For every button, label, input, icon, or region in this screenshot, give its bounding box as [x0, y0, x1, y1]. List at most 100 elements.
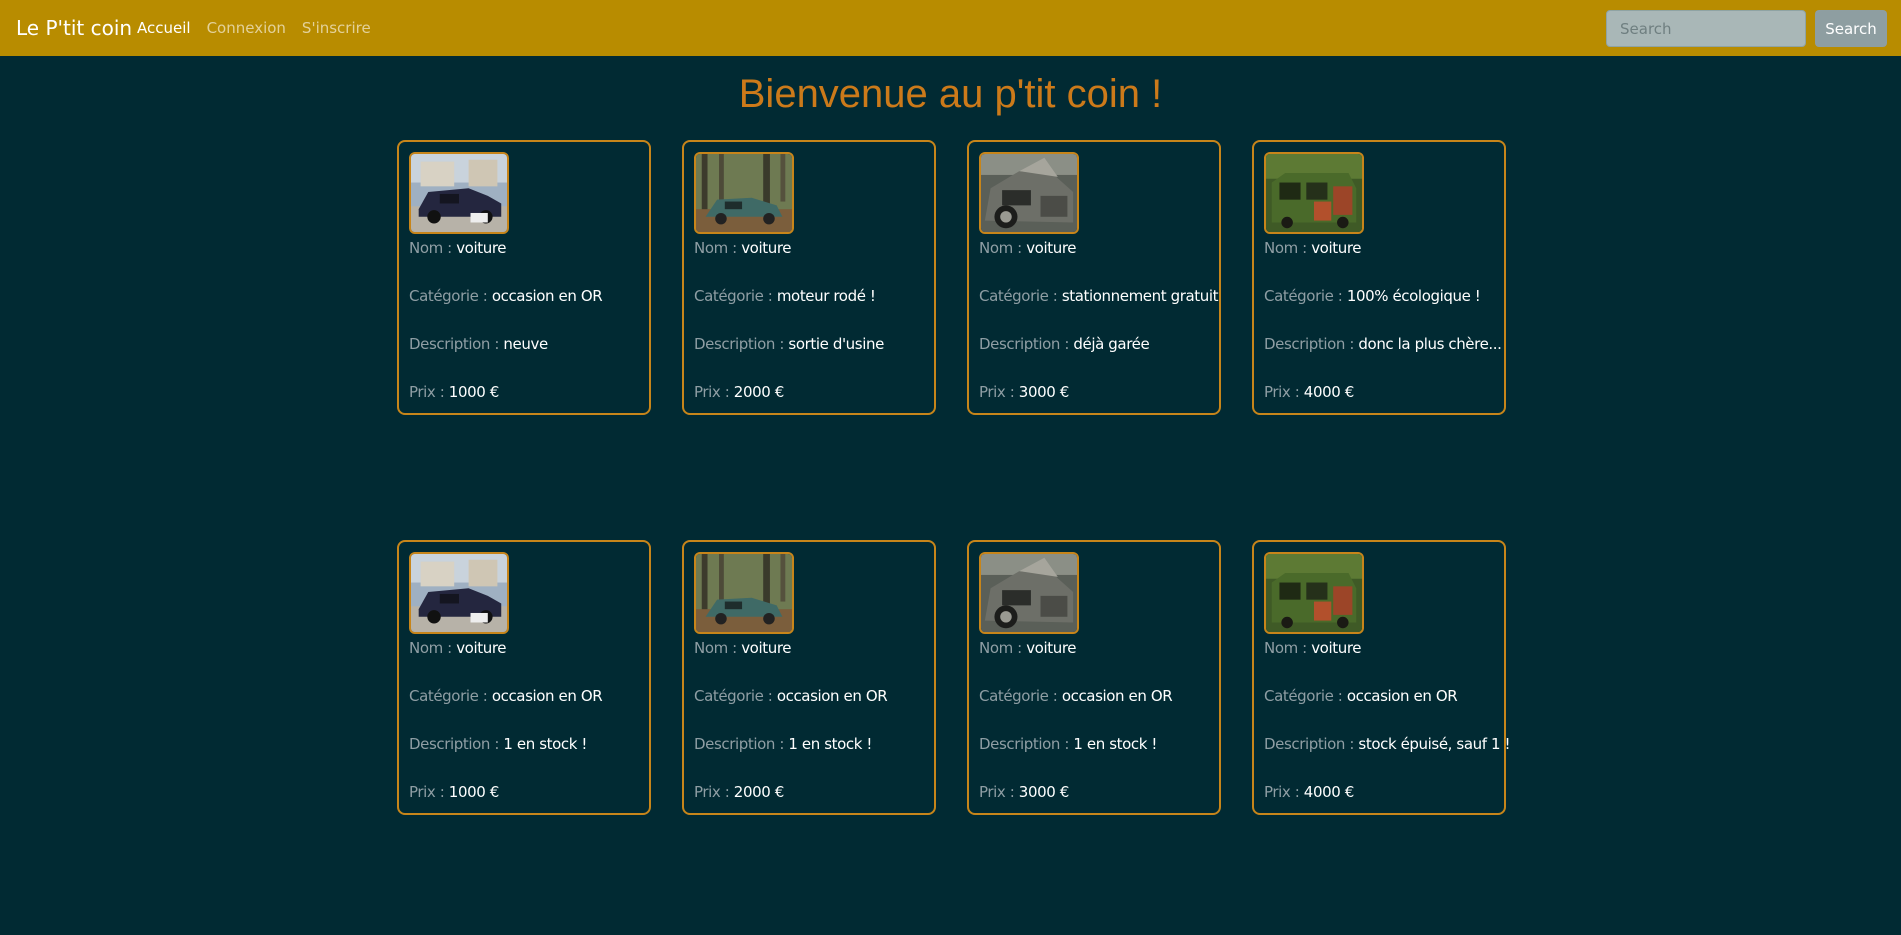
category-value: occasion en OR: [1346, 687, 1458, 705]
product-description: Description : 1 en stock !: [979, 735, 1157, 753]
price-label: Prix :: [979, 383, 1019, 401]
product-card[interactable]: Nom : voiture Catégorie : occasion en OR…: [967, 540, 1221, 815]
product-image[interactable]: [1264, 152, 1364, 234]
product-name: Nom : voiture: [1264, 639, 1361, 657]
car-photo: [411, 154, 507, 232]
nav-link-accueil[interactable]: Accueil: [137, 19, 191, 37]
price-value: 3000 €: [1018, 383, 1069, 401]
name-label: Nom :: [1264, 239, 1312, 257]
product-name: Nom : voiture: [979, 239, 1076, 257]
description-value: déjà garée: [1073, 335, 1150, 353]
description-label: Description :: [694, 735, 789, 753]
car-photo: [981, 554, 1077, 632]
category-label: Catégorie :: [409, 287, 492, 305]
price-value: 1000 €: [448, 383, 499, 401]
name-label: Nom :: [694, 639, 742, 657]
product-card[interactable]: Nom : voiture Catégorie : occasion en OR…: [397, 540, 651, 815]
price-label: Prix :: [409, 383, 449, 401]
description-label: Description :: [409, 335, 504, 353]
car-photo: [411, 554, 507, 632]
product-category: Catégorie : occasion en OR: [979, 687, 1173, 705]
product-category: Catégorie : occasion en OR: [409, 287, 603, 305]
name-value: voiture: [1026, 639, 1077, 657]
product-price: Prix : 1000 €: [409, 383, 499, 401]
price-value: 2000 €: [733, 383, 784, 401]
product-image[interactable]: [694, 152, 794, 234]
name-value: voiture: [1026, 239, 1077, 257]
price-label: Prix :: [409, 783, 449, 801]
search-input[interactable]: [1606, 10, 1806, 47]
nav-link-connexion[interactable]: Connexion: [207, 19, 286, 37]
product-category: Catégorie : stationnement gratuit: [979, 287, 1219, 305]
product-description: Description : 1 en stock !: [409, 735, 587, 753]
product-category: Catégorie : occasion en OR: [694, 687, 888, 705]
nav-link-inscrire[interactable]: S'inscrire: [302, 19, 371, 37]
price-value: 4000 €: [1303, 383, 1354, 401]
product-name: Nom : voiture: [979, 639, 1076, 657]
price-value: 1000 €: [448, 783, 499, 801]
category-label: Catégorie :: [979, 287, 1062, 305]
price-label: Prix :: [1264, 383, 1304, 401]
product-card[interactable]: Nom : voiture Catégorie : moteur rodé ! …: [682, 140, 936, 415]
brand-link[interactable]: Le P'tit coin: [16, 0, 132, 56]
category-value: occasion en OR: [491, 287, 603, 305]
product-card[interactable]: Nom : voiture Catégorie : occasion en OR…: [397, 140, 651, 415]
product-card[interactable]: Nom : voiture Catégorie : occasion en OR…: [1252, 540, 1510, 815]
product-image[interactable]: [1264, 552, 1364, 634]
product-description: Description : déjà garée: [979, 335, 1150, 353]
description-value: 1 en stock !: [1073, 735, 1158, 753]
name-label: Nom :: [409, 239, 457, 257]
description-label: Description :: [979, 735, 1074, 753]
description-label: Description :: [1264, 735, 1359, 753]
name-label: Nom :: [979, 639, 1027, 657]
category-value: occasion en OR: [776, 687, 888, 705]
description-value: donc la plus chère...: [1358, 335, 1502, 353]
product-price: Prix : 1000 €: [409, 783, 499, 801]
category-label: Catégorie :: [1264, 287, 1347, 305]
price-label: Prix :: [979, 783, 1019, 801]
product-image[interactable]: [409, 152, 509, 234]
name-label: Nom :: [979, 239, 1027, 257]
car-photo: [696, 154, 792, 232]
page-title: Bienvenue au p'tit coin !: [738, 72, 1163, 116]
product-name: Nom : voiture: [409, 639, 506, 657]
car-photo: [1266, 154, 1362, 232]
product-price: Prix : 3000 €: [979, 783, 1069, 801]
product-price: Prix : 4000 €: [1264, 383, 1354, 401]
name-value: voiture: [741, 239, 792, 257]
product-description: Description : stock épuisé, sauf 1 !: [1264, 735, 1510, 753]
search-button[interactable]: Search: [1815, 10, 1887, 47]
product-card[interactable]: Nom : voiture Catégorie : occasion en OR…: [682, 540, 936, 815]
product-image[interactable]: [979, 552, 1079, 634]
name-label: Nom :: [1264, 639, 1312, 657]
product-card[interactable]: Nom : voiture Catégorie : 100% écologiqu…: [1252, 140, 1506, 415]
category-label: Catégorie :: [979, 687, 1062, 705]
product-price: Prix : 3000 €: [979, 383, 1069, 401]
category-label: Catégorie :: [694, 687, 777, 705]
name-label: Nom :: [409, 639, 457, 657]
nav-links: Accueil Connexion S'inscrire: [137, 0, 371, 56]
product-name: Nom : voiture: [694, 239, 791, 257]
product-image[interactable]: [409, 552, 509, 634]
category-label: Catégorie :: [694, 287, 777, 305]
product-name: Nom : voiture: [409, 239, 506, 257]
description-label: Description :: [409, 735, 504, 753]
description-label: Description :: [1264, 335, 1359, 353]
product-image[interactable]: [979, 152, 1079, 234]
name-value: voiture: [1311, 239, 1362, 257]
product-category: Catégorie : moteur rodé !: [694, 287, 876, 305]
product-description: Description : 1 en stock !: [694, 735, 872, 753]
category-value: stationnement gratuit: [1061, 287, 1219, 305]
category-value: occasion en OR: [491, 687, 603, 705]
description-label: Description :: [694, 335, 789, 353]
category-label: Catégorie :: [409, 687, 492, 705]
car-photo: [696, 554, 792, 632]
price-value: 4000 €: [1303, 783, 1354, 801]
product-description: Description : neuve: [409, 335, 548, 353]
description-label: Description :: [979, 335, 1074, 353]
navbar: Le P'tit coin Accueil Connexion S'inscri…: [0, 0, 1901, 56]
price-label: Prix :: [694, 383, 734, 401]
product-image[interactable]: [694, 552, 794, 634]
product-card[interactable]: Nom : voiture Catégorie : stationnement …: [967, 140, 1221, 415]
category-label: Catégorie :: [1264, 687, 1347, 705]
